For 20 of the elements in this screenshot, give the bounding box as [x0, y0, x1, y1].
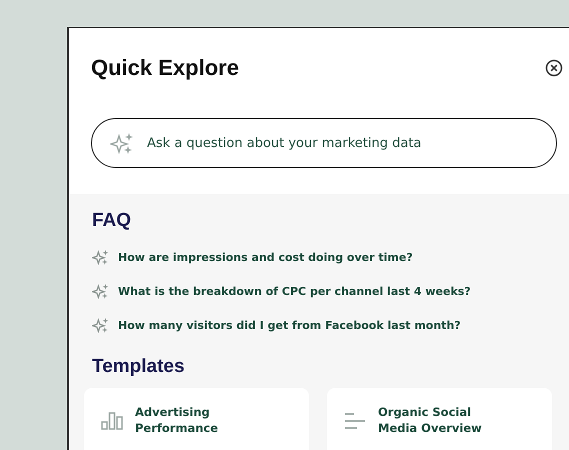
bar-chart-icon	[101, 412, 123, 430]
template-title: Advertising	[135, 404, 211, 420]
faq-question-link[interactable]: How are impressions and cost doing over time?	[118, 250, 413, 264]
panel-title: Quick Explore	[91, 55, 239, 81]
faq-question-link[interactable]: What is the breakdown of CPC per channel last 4 weeks?	[118, 284, 471, 298]
templates-heading: Templates	[92, 356, 186, 378]
template-card[interactable]: Organic Social Media Overview	[327, 388, 552, 450]
template-title: Media Overview	[378, 420, 482, 436]
close-icon[interactable]	[545, 59, 563, 77]
sparkle-icon	[92, 317, 109, 333]
sparkle-icon	[92, 249, 109, 265]
template-card[interactable]: Advertising Performance	[84, 388, 309, 450]
search-field[interactable]: Ask a question about your marketing data	[91, 118, 557, 168]
template-title: Performance	[135, 420, 218, 436]
lines-icon	[344, 412, 366, 430]
faq-question-link[interactable]: How many visitors did I get from Facebook last month?	[118, 318, 461, 332]
faq-heading: FAQ	[92, 210, 132, 232]
template-title: Organic Social	[378, 404, 472, 420]
sparkle-icon	[110, 132, 134, 154]
sparkle-icon	[92, 283, 109, 299]
